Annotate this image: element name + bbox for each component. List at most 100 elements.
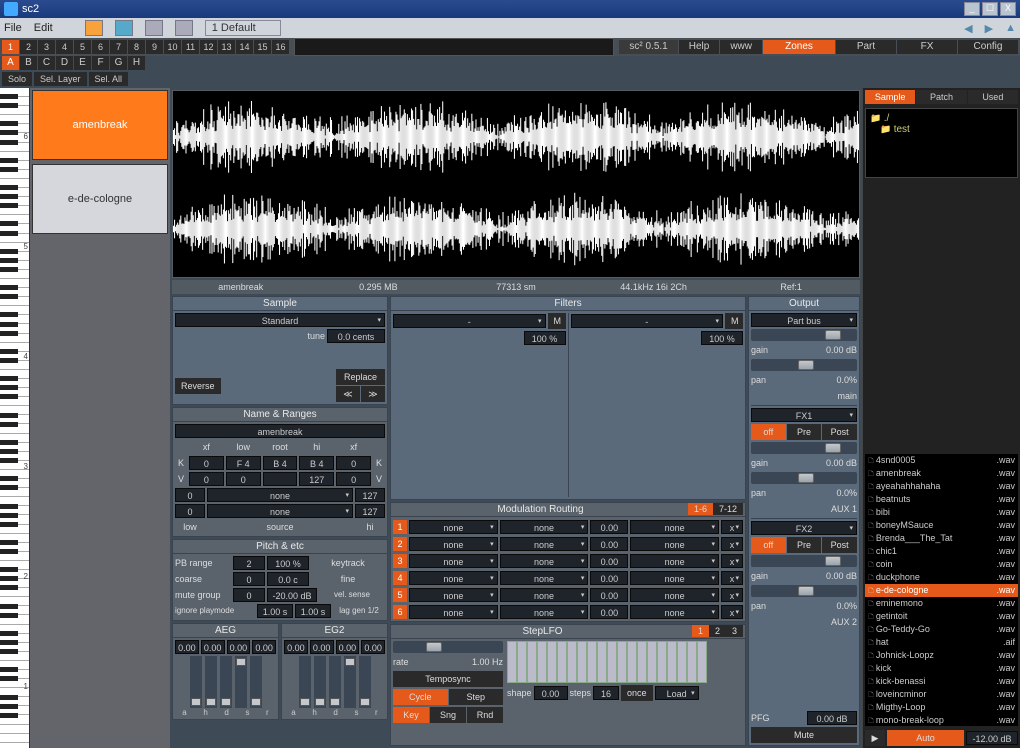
fx2-pre[interactable]: Pre (787, 537, 822, 553)
part-13[interactable]: 13 (218, 40, 235, 54)
mod-4-dst[interactable]: none (630, 571, 719, 585)
filter1-type[interactable]: - (393, 314, 546, 328)
filter2-m[interactable]: M (725, 313, 743, 329)
fx1-select[interactable]: FX1 (751, 408, 857, 422)
layer-E[interactable]: E (74, 56, 91, 70)
toolbar-new-icon[interactable] (85, 20, 103, 36)
mod-4-src2[interactable]: none (500, 571, 589, 585)
mod-6-x[interactable]: x (721, 605, 743, 619)
part-4[interactable]: 4 (56, 40, 73, 54)
mod-1-dst[interactable]: none (630, 520, 719, 534)
fx1-gain-slider[interactable] (751, 442, 857, 454)
mod-1-src[interactable]: none (409, 520, 498, 534)
prev-sample-button[interactable]: ≪ (336, 386, 360, 402)
preview-db[interactable]: -12.00 dB (966, 731, 1018, 745)
auto-button[interactable]: Auto (887, 730, 964, 746)
fx1-pre[interactable]: Pre (787, 424, 822, 440)
mod-3-x[interactable]: x (721, 554, 743, 568)
file-hat[interactable]: hat.aif (865, 636, 1018, 649)
waveform-display[interactable] (172, 90, 860, 278)
file-chic1[interactable]: chic1.wav (865, 545, 1018, 558)
file-getintoit[interactable]: getintoit.wav (865, 610, 1018, 623)
mod-3-amt[interactable]: 0.00 (590, 554, 628, 568)
part-3[interactable]: 3 (38, 40, 55, 54)
filter1-mix[interactable]: 100 % (524, 331, 566, 345)
fx2-pan-slider[interactable] (751, 585, 857, 597)
fx1-pan-slider[interactable] (751, 472, 857, 484)
toolbar-copy-icon[interactable] (145, 20, 163, 36)
mod-6-dst[interactable]: none (630, 605, 719, 619)
browser-tab-sample[interactable]: Sample (865, 90, 915, 104)
mod-1-src2[interactable]: none (500, 520, 589, 534)
replace-button[interactable]: Replace (336, 369, 385, 385)
lfo-rate-slider[interactable] (393, 641, 503, 653)
zone-name-field[interactable]: amenbreak (175, 424, 385, 438)
part-6[interactable]: 6 (92, 40, 109, 54)
layer-C[interactable]: C (38, 56, 55, 70)
file-eminemono[interactable]: eminemono.wav (865, 597, 1018, 610)
part-1[interactable]: 1 (2, 40, 19, 54)
mod-2-src[interactable]: none (409, 537, 498, 551)
sel-layer-button[interactable]: Sel. Layer (34, 72, 87, 86)
toolbar-paste-icon[interactable] (175, 20, 193, 36)
mod-5-x[interactable]: x (721, 588, 743, 602)
file-e-de-cologne[interactable]: e-de-cologne.wav (865, 584, 1018, 597)
nav-part[interactable]: Part (836, 40, 896, 54)
part-9[interactable]: 9 (146, 40, 163, 54)
lfo-step-display[interactable] (507, 641, 743, 683)
nav-fx[interactable]: FX (897, 40, 957, 54)
output-bus-select[interactable]: Part bus (751, 313, 857, 327)
preset-select[interactable]: 1 Default (205, 20, 281, 36)
eg2-fader-r[interactable] (359, 656, 371, 708)
part-15[interactable]: 15 (254, 40, 271, 54)
pan-slider[interactable] (751, 359, 857, 371)
zone-e-de-cologne[interactable]: e-de-cologne (32, 164, 168, 234)
mod-5-src2[interactable]: none (500, 588, 589, 602)
layer-D[interactable]: D (56, 56, 73, 70)
filter2-mix[interactable]: 100 % (701, 331, 743, 345)
layer-F[interactable]: F (92, 56, 109, 70)
tune-value[interactable]: 0.0 cents (327, 329, 385, 343)
lfo-once[interactable]: once (621, 685, 653, 701)
file-mono-break-loop[interactable]: mono-break-loop.wav (865, 714, 1018, 726)
mod-1-amt[interactable]: 0.00 (590, 520, 628, 534)
lfo-tab-3[interactable]: 3 (726, 625, 743, 637)
nav-config[interactable]: Config (958, 40, 1018, 54)
mod-5-amt[interactable]: 0.00 (590, 588, 628, 602)
part-11[interactable]: 11 (182, 40, 199, 54)
mod-5-dst[interactable]: none (630, 588, 719, 602)
close-button[interactable]: X (1000, 2, 1016, 16)
layer-B[interactable]: B (20, 56, 37, 70)
part-8[interactable]: 8 (128, 40, 145, 54)
mod-4-amt[interactable]: 0.00 (590, 571, 628, 585)
lfo-load[interactable]: Load (655, 686, 699, 700)
zone-amenbreak[interactable]: amenbreak (32, 90, 168, 160)
filter1-m[interactable]: M (548, 313, 566, 329)
nav-zones[interactable]: Zones (763, 40, 835, 54)
file-kick[interactable]: kick.wav (865, 662, 1018, 675)
mod-2-dst[interactable]: none (630, 537, 719, 551)
eg2-fader-s[interactable] (344, 656, 356, 708)
lfo-key[interactable]: Key (393, 707, 429, 723)
preview-play-button[interactable]: ▶ (865, 730, 885, 746)
next-sample-button[interactable]: ≫ (361, 386, 385, 402)
eg2-fader-d[interactable] (329, 656, 341, 708)
maximize-button[interactable]: ☐ (982, 2, 998, 16)
menu-file[interactable]: File (4, 22, 22, 34)
layer-A[interactable]: A (2, 56, 19, 70)
lfo-step[interactable]: Step (449, 689, 504, 705)
part-10[interactable]: 10 (164, 40, 181, 54)
mod-4-src[interactable]: none (409, 571, 498, 585)
eg2-fader-a[interactable] (299, 656, 311, 708)
part-12[interactable]: 12 (200, 40, 217, 54)
mod-6-src2[interactable]: none (500, 605, 589, 619)
temposync-button[interactable]: Temposync (393, 671, 503, 687)
fx2-gain-slider[interactable] (751, 555, 857, 567)
mod-tab-1-6[interactable]: 1-6 (688, 503, 713, 515)
file-boneyMSauce[interactable]: boneyMSauce.wav (865, 519, 1018, 532)
gain-slider[interactable] (751, 329, 857, 341)
file-Go-Teddy-Go[interactable]: Go-Teddy-Go.wav (865, 623, 1018, 636)
file-beatnuts[interactable]: beatnuts.wav (865, 493, 1018, 506)
fx2-select[interactable]: FX2 (751, 521, 857, 535)
browser-tab-used[interactable]: Used (968, 90, 1018, 104)
